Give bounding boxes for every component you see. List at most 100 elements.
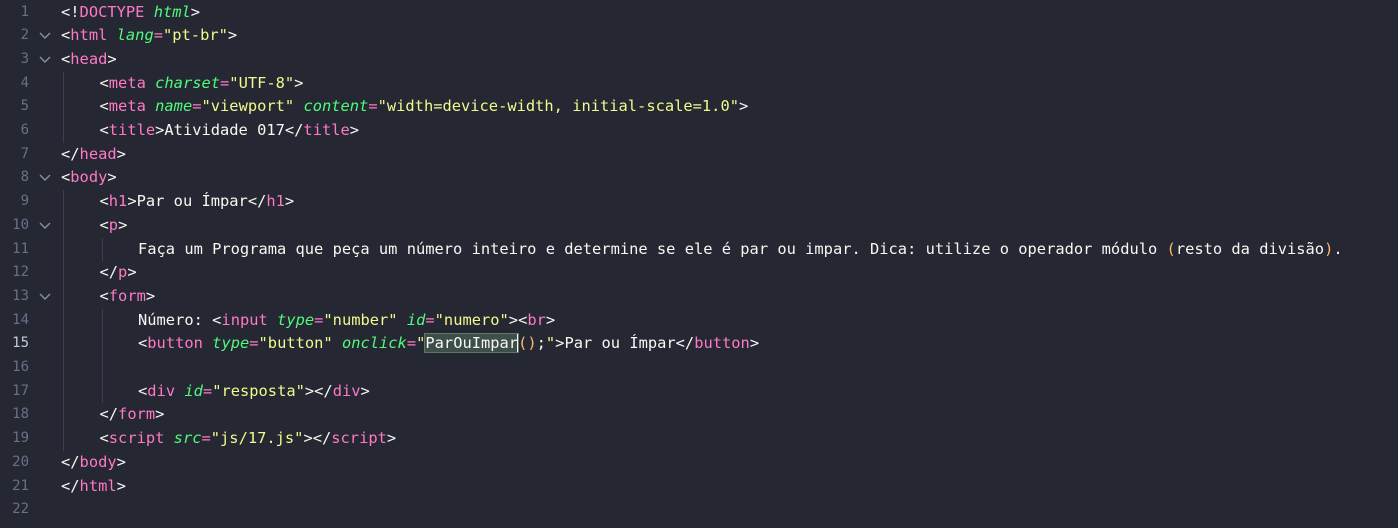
code-token: > <box>155 121 165 139</box>
chevron-down-icon[interactable] <box>38 214 52 238</box>
code-token: button <box>147 334 203 353</box>
code-token: > <box>303 429 313 448</box>
code-text: <div id="resposta"></div> <box>138 380 370 404</box>
code-token: < <box>518 310 528 329</box>
code-token: Par ou Ímpar <box>136 192 248 211</box>
code-token: = <box>406 334 417 353</box>
code-line[interactable]: 6 <title>Atividade 017</title> <box>0 119 1398 143</box>
code-line[interactable]: 11 Faça um Programa que peça um número in… <box>0 238 1398 262</box>
code-token: > <box>127 192 137 211</box>
code-token: "numero" <box>434 310 509 329</box>
code-token: form <box>108 286 146 305</box>
code-token: "number" <box>323 310 398 329</box>
code-line[interactable]: 16 <box>0 356 1398 380</box>
code-token: > <box>738 97 749 116</box>
code-token: > <box>107 168 117 187</box>
line-number: 19 <box>12 430 29 447</box>
code-text: </p> <box>100 261 137 285</box>
line-number: 2 <box>20 27 29 44</box>
code-token: "UTF-8" <box>229 73 295 92</box>
line-number: 18 <box>12 406 29 423</box>
line-number: 14 <box>12 311 29 328</box>
code-text: <html lang="pt-br"> <box>61 24 237 48</box>
code-token: id <box>184 381 203 400</box>
line-number: 1 <box>20 3 29 20</box>
line-number: 6 <box>20 122 29 138</box>
code-token: resto da divisão <box>1175 239 1325 258</box>
line-number: 12 <box>12 264 29 281</box>
code-line[interactable]: 21 </html> <box>0 475 1398 499</box>
code-token: ( <box>1166 239 1176 258</box>
code-token: lang <box>116 26 154 45</box>
code-token: () <box>518 334 537 353</box>
code-line[interactable]: 5 <meta name="viewport" content="width=de… <box>0 95 1398 119</box>
code-text: Número: <input type="number" id="numero"… <box>138 309 555 333</box>
code-token: button <box>694 334 750 353</box>
code-token: Par ou Ímpar <box>564 334 676 353</box>
code-editor[interactable]: 1 <!DOCTYPE html> 2 <html lang="pt-br"> 3 <he… <box>0 0 1398 528</box>
code-token: < <box>99 121 109 139</box>
code-line[interactable]: 12 </p> <box>0 261 1398 285</box>
line-number: 7 <box>20 145 29 162</box>
code-token: ; <box>536 334 546 353</box>
line-number: 4 <box>20 74 29 91</box>
code-token: id <box>406 310 426 329</box>
line-number: 8 <box>20 169 29 186</box>
code-token: </ <box>675 334 695 353</box>
code-line[interactable]: 20 </body> <box>0 451 1398 475</box>
code-token: "button" <box>258 334 333 353</box>
code-line[interactable]: 13 <form> <box>0 285 1398 309</box>
line-number: 15 <box>12 335 29 352</box>
code-line[interactable]: 7 </head> <box>0 143 1398 167</box>
code-line[interactable]: 22 <box>0 498 1398 522</box>
code-line[interactable]: 1 <!DOCTYPE html> <box>0 1 1398 25</box>
code-token: = <box>425 310 435 329</box>
code-line[interactable]: 9 <h1>Par ou Ímpar</h1> <box>0 190 1398 214</box>
code-token: > <box>386 429 397 448</box>
code-token: </ <box>99 263 119 282</box>
code-line[interactable]: 19 <script src="js/17.js"></script> <box>0 427 1398 451</box>
code-token: src <box>173 429 202 448</box>
code-line[interactable]: 4 <meta charset="UTF-8"> <box>0 72 1398 96</box>
code-token: = <box>314 310 324 329</box>
code-token: > <box>508 310 519 329</box>
code-token: > <box>155 405 165 424</box>
code-line[interactable]: 18 </form> <box>0 403 1398 427</box>
code-text: <button type="button" onclick="ParOuImpa… <box>138 332 759 356</box>
code-token: charset <box>155 73 221 92</box>
code-token: = <box>201 429 211 448</box>
code-line[interactable]: 14 Número: <input type="number" id="numer… <box>0 309 1398 333</box>
code-token: > <box>545 310 556 329</box>
code-token: type <box>277 310 315 329</box>
code-token: <! <box>61 2 80 21</box>
code-token: "viewport" <box>201 97 295 116</box>
code-token: </ <box>247 192 267 211</box>
line-number: 10 <box>12 216 29 233</box>
code-text: Faça um Programa que peça um número inte… <box>138 238 1343 262</box>
chevron-down-icon[interactable] <box>38 285 52 309</box>
code-token: . <box>1333 239 1343 258</box>
code-token: ) <box>1324 239 1334 258</box>
code-token: title <box>108 121 156 139</box>
chevron-down-icon[interactable] <box>38 48 52 72</box>
code-line[interactable]: 8 <body> <box>0 166 1398 190</box>
code-text: </html> <box>61 475 126 499</box>
code-token: > <box>294 73 304 92</box>
code-token: < <box>138 334 148 353</box>
code-token: body <box>70 168 108 187</box>
code-text: <meta charset="UTF-8"> <box>100 72 304 96</box>
code-token: html <box>70 26 108 45</box>
code-line[interactable]: 10 <p> <box>0 214 1398 238</box>
code-token: p <box>108 215 119 234</box>
line-number: 21 <box>12 477 29 494</box>
code-token: </ <box>312 429 332 448</box>
code-text: <title>Atividade 017</title> <box>100 119 360 143</box>
code-line[interactable]: 17 <div id="resposta"></div> <box>0 380 1398 404</box>
code-line[interactable]: 3 <head> <box>0 48 1398 72</box>
code-line[interactable]: 2 <html lang="pt-br"> <box>0 24 1398 48</box>
chevron-down-icon[interactable] <box>38 24 52 48</box>
chevron-down-icon[interactable] <box>38 166 52 190</box>
code-line[interactable]: 15 <button type="button" onclick="ParOuIm… <box>0 332 1398 356</box>
